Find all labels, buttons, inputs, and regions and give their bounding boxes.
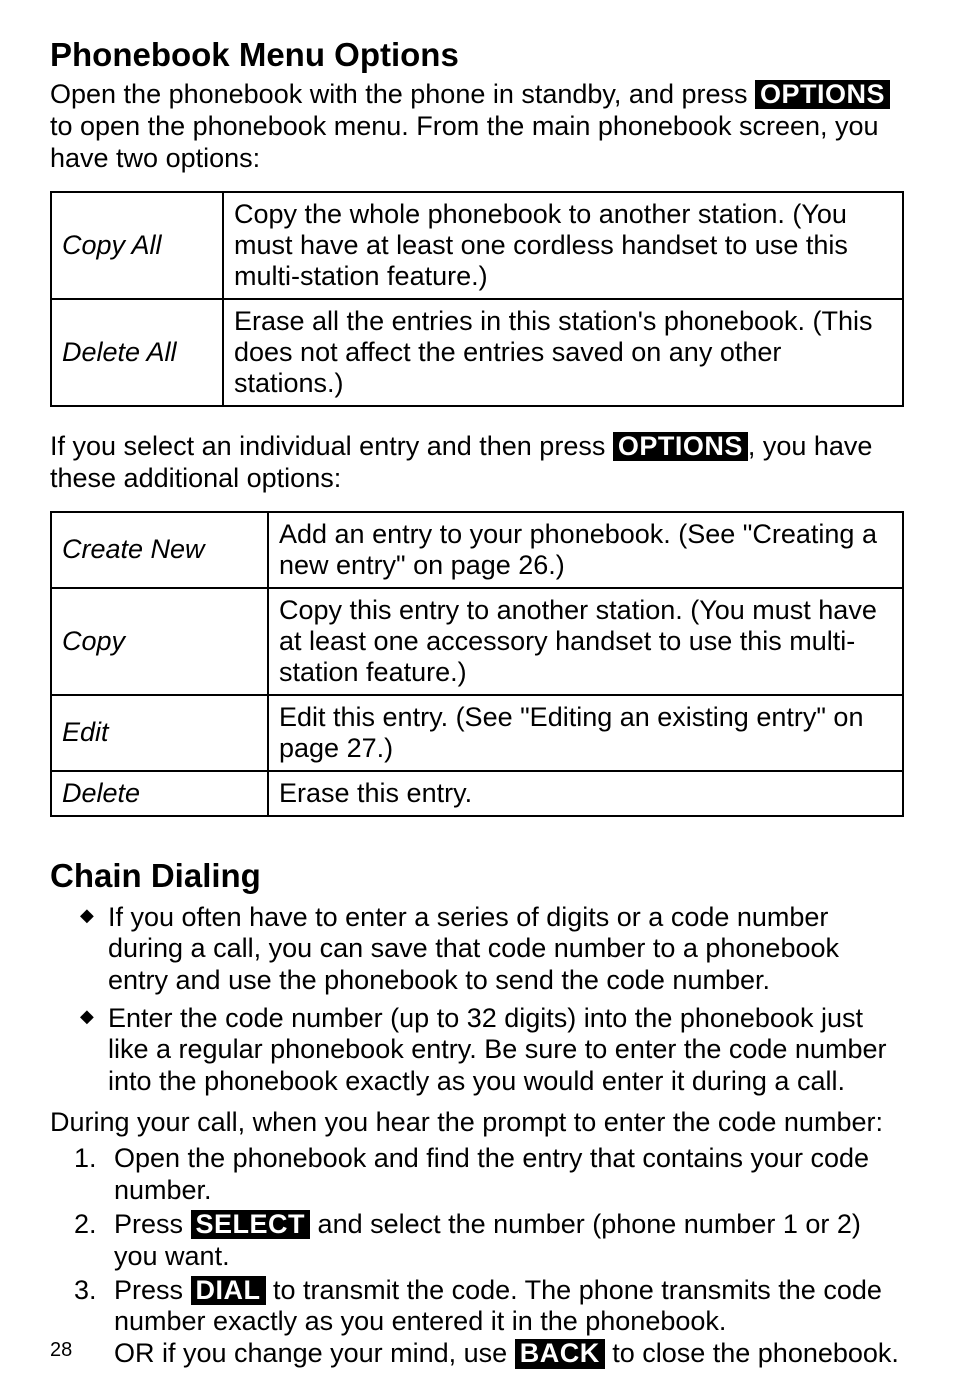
list-item: Enter the code number (up to 32 digits) … bbox=[80, 1003, 904, 1098]
chain-dialing-bullets: If you often have to enter a series of d… bbox=[50, 902, 904, 1097]
table-row: Create New Add an entry to your phoneboo… bbox=[51, 512, 903, 588]
phonebook-intro: Open the phonebook with the phone in sta… bbox=[50, 79, 904, 175]
chain-dialing-steps: Open the phonebook and find the entry th… bbox=[50, 1143, 904, 1370]
option-label: Delete bbox=[51, 771, 268, 816]
text: to close the phonebook. bbox=[605, 1338, 899, 1368]
text: Open the phonebook with the phone in sta… bbox=[50, 79, 755, 109]
dial-button-label: DIAL bbox=[191, 1276, 266, 1305]
section-title-chain-dialing: Chain Dialing bbox=[50, 857, 904, 896]
step-2: Press SELECT and select the number (phon… bbox=[74, 1209, 904, 1273]
text: OR if you change your mind, use bbox=[114, 1338, 515, 1368]
page-number: 28 bbox=[50, 1339, 72, 1362]
option-desc: Copy the whole phonebook to another stat… bbox=[223, 192, 903, 299]
option-desc: Erase this entry. bbox=[268, 771, 903, 816]
phonebook-main-options-table: Copy All Copy the whole phonebook to ano… bbox=[50, 191, 904, 407]
option-label: Copy bbox=[51, 588, 268, 695]
options-button-label: OPTIONS bbox=[613, 432, 748, 461]
section-title-phonebook: Phonebook Menu Options bbox=[50, 36, 904, 75]
text: Press bbox=[114, 1275, 191, 1305]
phonebook-mid-text: If you select an individual entry and th… bbox=[50, 431, 904, 495]
table-row: Delete All Erase all the entries in this… bbox=[51, 299, 903, 406]
text: If you select an individual entry and th… bbox=[50, 431, 613, 461]
option-label: Delete All bbox=[51, 299, 223, 406]
option-desc: Erase all the entries in this station's … bbox=[223, 299, 903, 406]
option-label: Edit bbox=[51, 695, 268, 771]
chain-dialing-section: Chain Dialing If you often have to enter… bbox=[50, 857, 904, 1370]
step-3: Press DIAL to transmit the code. The pho… bbox=[74, 1275, 904, 1371]
table-row: Copy Copy this entry to another station.… bbox=[51, 588, 903, 695]
select-button-label: SELECT bbox=[191, 1210, 311, 1239]
option-desc: Add an entry to your phonebook. (See "Cr… bbox=[268, 512, 903, 588]
step-1: Open the phonebook and find the entry th… bbox=[74, 1143, 904, 1207]
options-button-label: OPTIONS bbox=[755, 80, 890, 109]
back-button-label: BACK bbox=[515, 1339, 605, 1368]
chain-dialing-prompt: During your call, when you hear the prom… bbox=[50, 1107, 904, 1139]
table-row: Edit Edit this entry. (See "Editing an e… bbox=[51, 695, 903, 771]
text: Press bbox=[114, 1209, 191, 1239]
text: to open the phonebook menu. From the mai… bbox=[50, 111, 879, 173]
phonebook-entry-options-table: Create New Add an entry to your phoneboo… bbox=[50, 511, 904, 817]
table-row: Delete Erase this entry. bbox=[51, 771, 903, 816]
option-desc: Edit this entry. (See "Editing an existi… bbox=[268, 695, 903, 771]
option-label: Create New bbox=[51, 512, 268, 588]
table-row: Copy All Copy the whole phonebook to ano… bbox=[51, 192, 903, 299]
option-label: Copy All bbox=[51, 192, 223, 299]
option-desc: Copy this entry to another station. (You… bbox=[268, 588, 903, 695]
list-item: If you often have to enter a series of d… bbox=[80, 902, 904, 997]
manual-page: Phonebook Menu Options Open the phoneboo… bbox=[0, 0, 954, 1396]
